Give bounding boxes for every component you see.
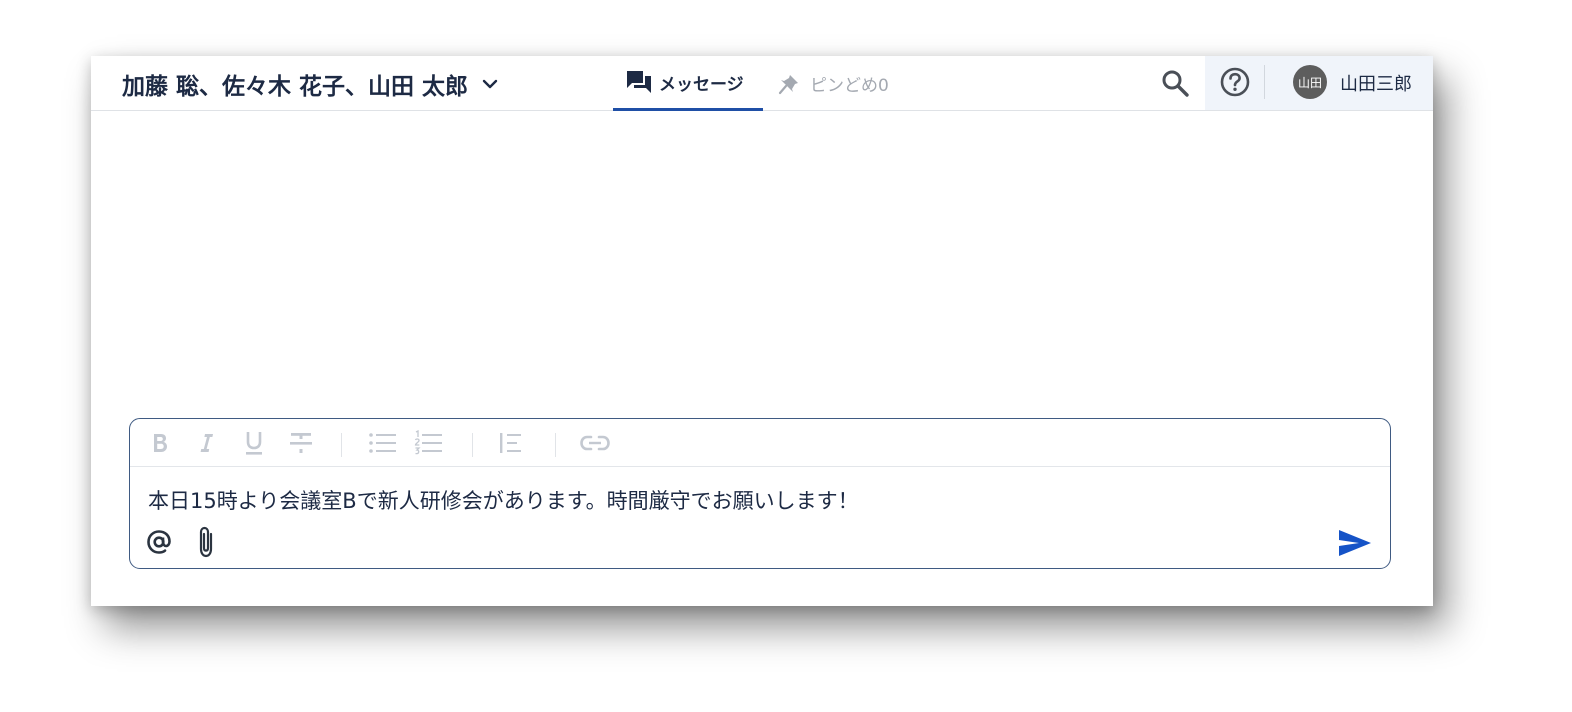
mention-button[interactable] [144, 525, 174, 559]
conversation-title-dropdown[interactable]: 加藤 聡、佐々木 花子、山田 太郎 [122, 67, 498, 101]
search-button[interactable] [1159, 67, 1191, 99]
tab-messages[interactable]: メッセージ [613, 56, 763, 111]
tab-pins-label: ピンどめ0 [810, 76, 889, 96]
message-composer[interactable]: 本日15時より会議室Bで新人研修会があります。時間厳守でお願いします！ [129, 418, 1391, 569]
help-button[interactable] [1219, 66, 1251, 98]
italic-button[interactable] [192, 429, 220, 457]
header-divider [1264, 65, 1265, 99]
send-button[interactable] [1335, 525, 1375, 561]
chat-window: 加藤 聡、佐々木 花子、山田 太郎 メッセージ ピンどめ0 山田 山田三郎 本日… [91, 56, 1433, 606]
toolbar-divider [341, 433, 342, 457]
formatting-toolbar [130, 419, 1390, 467]
underline-icon [243, 430, 265, 456]
help-icon [1220, 67, 1250, 97]
attachment-button[interactable] [191, 525, 221, 559]
toolbar-divider [472, 433, 473, 457]
bold-icon [150, 431, 170, 455]
mention-icon [146, 529, 172, 555]
send-icon [1337, 528, 1373, 558]
user-name[interactable]: 山田三郎 [1340, 70, 1412, 96]
messages-icon [626, 70, 659, 94]
search-icon [1160, 68, 1190, 98]
numbered-list-button[interactable] [414, 429, 444, 457]
chevron-down-icon [482, 79, 498, 89]
tab-pins[interactable]: ピンどめ0 [778, 56, 889, 111]
italic-icon [196, 431, 216, 455]
tab-messages-label: メッセージ [659, 74, 744, 95]
toolbar-divider [555, 433, 556, 457]
bulleted-list-button[interactable] [369, 429, 397, 457]
link-icon [579, 432, 611, 454]
bulleted-list-icon [368, 430, 398, 456]
pin-icon [778, 73, 810, 95]
avatar[interactable]: 山田 [1293, 65, 1327, 99]
link-button[interactable] [579, 429, 611, 457]
numbered-list-icon [414, 430, 444, 456]
header-user-area: 山田 山田三郎 [1205, 56, 1433, 110]
attachment-icon [195, 525, 217, 559]
underline-button[interactable] [240, 429, 268, 457]
chat-header: 加藤 聡、佐々木 花子、山田 太郎 メッセージ ピンどめ0 山田 山田三郎 [91, 56, 1433, 111]
strikethrough-button[interactable] [287, 429, 315, 457]
bold-button[interactable] [146, 429, 174, 457]
message-input[interactable]: 本日15時より会議室Bで新人研修会があります。時間厳守でお願いします！ [148, 485, 859, 515]
strikethrough-icon [288, 430, 314, 456]
blockquote-button[interactable] [498, 429, 526, 457]
conversation-title: 加藤 聡、佐々木 花子、山田 太郎 [122, 74, 469, 100]
blockquote-icon [498, 430, 526, 456]
